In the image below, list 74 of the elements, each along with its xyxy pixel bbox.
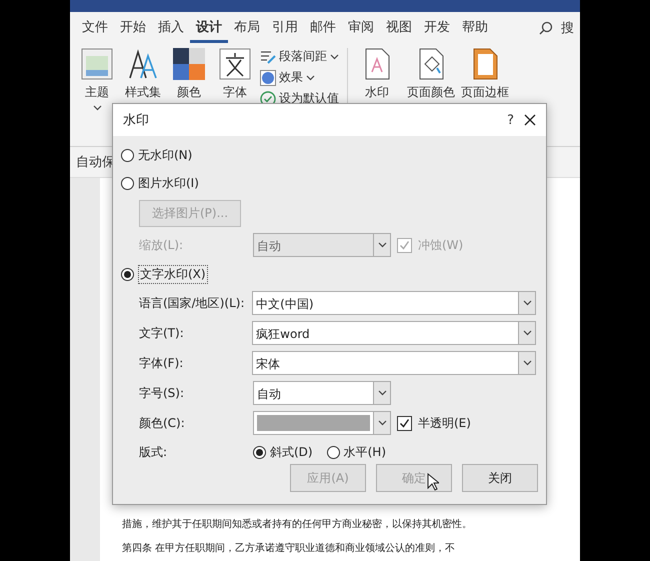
ribbon-button-label[interactable]: 字体 xyxy=(223,84,247,101)
field-label: 字号(S): xyxy=(139,384,186,402)
document-text-line: 第四条 在甲方任职期间，乙方承诺遵守职业道德和商业领域公认的准则，不 xyxy=(122,542,456,555)
radio-button[interactable] xyxy=(326,446,340,458)
caret-icon xyxy=(522,360,532,366)
checkbox-label: 半透明(E) xyxy=(418,414,471,432)
paint-bucket-icon xyxy=(417,48,445,80)
caret-icon xyxy=(378,420,386,426)
dialog-title: 水印 xyxy=(123,112,149,129)
dropdown-field[interactable]: 疯狂word xyxy=(252,321,536,345)
dropdown-field[interactable]: 自动 xyxy=(253,381,391,405)
radio-button[interactable] xyxy=(253,446,266,458)
radio-label: 斜式(D) xyxy=(270,444,313,460)
search-icon[interactable] xyxy=(539,21,553,35)
field-label: 语言(国家/地区)(L): xyxy=(139,294,246,312)
caret-icon xyxy=(522,330,532,336)
ribbon-button-label[interactable]: 样式集 xyxy=(125,84,161,101)
ribbon-tab[interactable]: 审阅 xyxy=(342,14,380,42)
close-icon[interactable] xyxy=(524,114,536,126)
ribbon-button-label[interactable]: 主题 xyxy=(85,84,109,101)
ribbon-button-label[interactable]: 页面颜色 xyxy=(407,84,455,101)
ribbon-tab[interactable]: 开发 xyxy=(418,14,456,42)
ribbon-small-button[interactable]: 段落间距 xyxy=(260,48,339,65)
ribbon-tab[interactable]: 插入 xyxy=(152,14,190,42)
ribbon-button-label[interactable]: 页面边框 xyxy=(461,84,509,101)
checkbox-label: 冲蚀(W) xyxy=(418,236,464,254)
radio-label: 无水印(N) xyxy=(138,146,192,164)
caret-icon xyxy=(306,74,315,80)
radio-label: 文字水印(X) xyxy=(138,264,208,284)
watermark-page-icon xyxy=(363,48,391,80)
dropdown-field[interactable]: 中文(中国) xyxy=(252,291,536,315)
ribbon-tab[interactable]: 文件 xyxy=(76,14,114,42)
dropdown-field[interactable]: 宋体 xyxy=(252,351,536,375)
caret-icon xyxy=(92,105,102,111)
letters-icon xyxy=(127,48,159,80)
field-label: 颜色(C): xyxy=(139,414,186,432)
ribbon-tab[interactable]: 布局 xyxy=(228,14,266,42)
ribbon-button-label[interactable]: 水印 xyxy=(365,84,389,101)
caret-icon xyxy=(378,390,386,396)
ribbon-tab[interactable]: 开始 xyxy=(114,14,152,42)
mouse-cursor-icon xyxy=(427,473,439,491)
search-label[interactable]: 搜 xyxy=(561,19,574,37)
radio-label: 图片水印(I) xyxy=(138,174,199,192)
field-label: 字体(F): xyxy=(139,354,184,372)
radio-label: 水平(H) xyxy=(344,444,386,460)
field-label: 文字(T): xyxy=(139,324,185,342)
radio-button[interactable] xyxy=(121,148,134,162)
ribbon-small-button[interactable]: 效果 xyxy=(260,69,339,86)
page-border-icon xyxy=(471,48,499,80)
color-grid-icon xyxy=(173,48,205,80)
ribbon-tab[interactable]: 视图 xyxy=(380,14,418,42)
help-button[interactable]: ? xyxy=(507,112,514,128)
font-icon xyxy=(219,48,251,80)
document-text-line: 措施，维护其于任职期间知悉或者持有的任何甲方商业秘密，以保持其机密性。 xyxy=(122,518,473,531)
ribbon-tab[interactable]: 帮助 xyxy=(456,14,494,42)
caret-icon xyxy=(378,242,386,248)
paragraph-spacing-icon xyxy=(260,50,276,64)
theme-icon xyxy=(81,48,113,80)
radio-button[interactable] xyxy=(121,176,134,190)
semi-transparent-checkbox[interactable] xyxy=(397,416,412,430)
scale-label: 缩放(L): xyxy=(139,236,184,254)
circle-icon xyxy=(260,70,276,86)
radio-button[interactable] xyxy=(121,268,134,280)
caret-icon xyxy=(330,54,339,60)
layout-label: 版式: xyxy=(139,444,168,460)
caret-icon xyxy=(522,300,532,306)
ribbon-tab[interactable]: 引用 xyxy=(266,14,304,42)
ribbon-button-label: 段落间距 xyxy=(279,48,327,65)
color-dropdown[interactable] xyxy=(253,411,391,435)
ribbon-button-label[interactable]: 颜色 xyxy=(177,84,201,101)
dialog-button[interactable]: 关闭 xyxy=(462,464,538,492)
ribbon-tab[interactable]: 邮件 xyxy=(304,14,342,42)
ribbon-button-label: 效果 xyxy=(279,69,303,86)
ribbon-button-label: 设为默认值 xyxy=(279,90,339,107)
